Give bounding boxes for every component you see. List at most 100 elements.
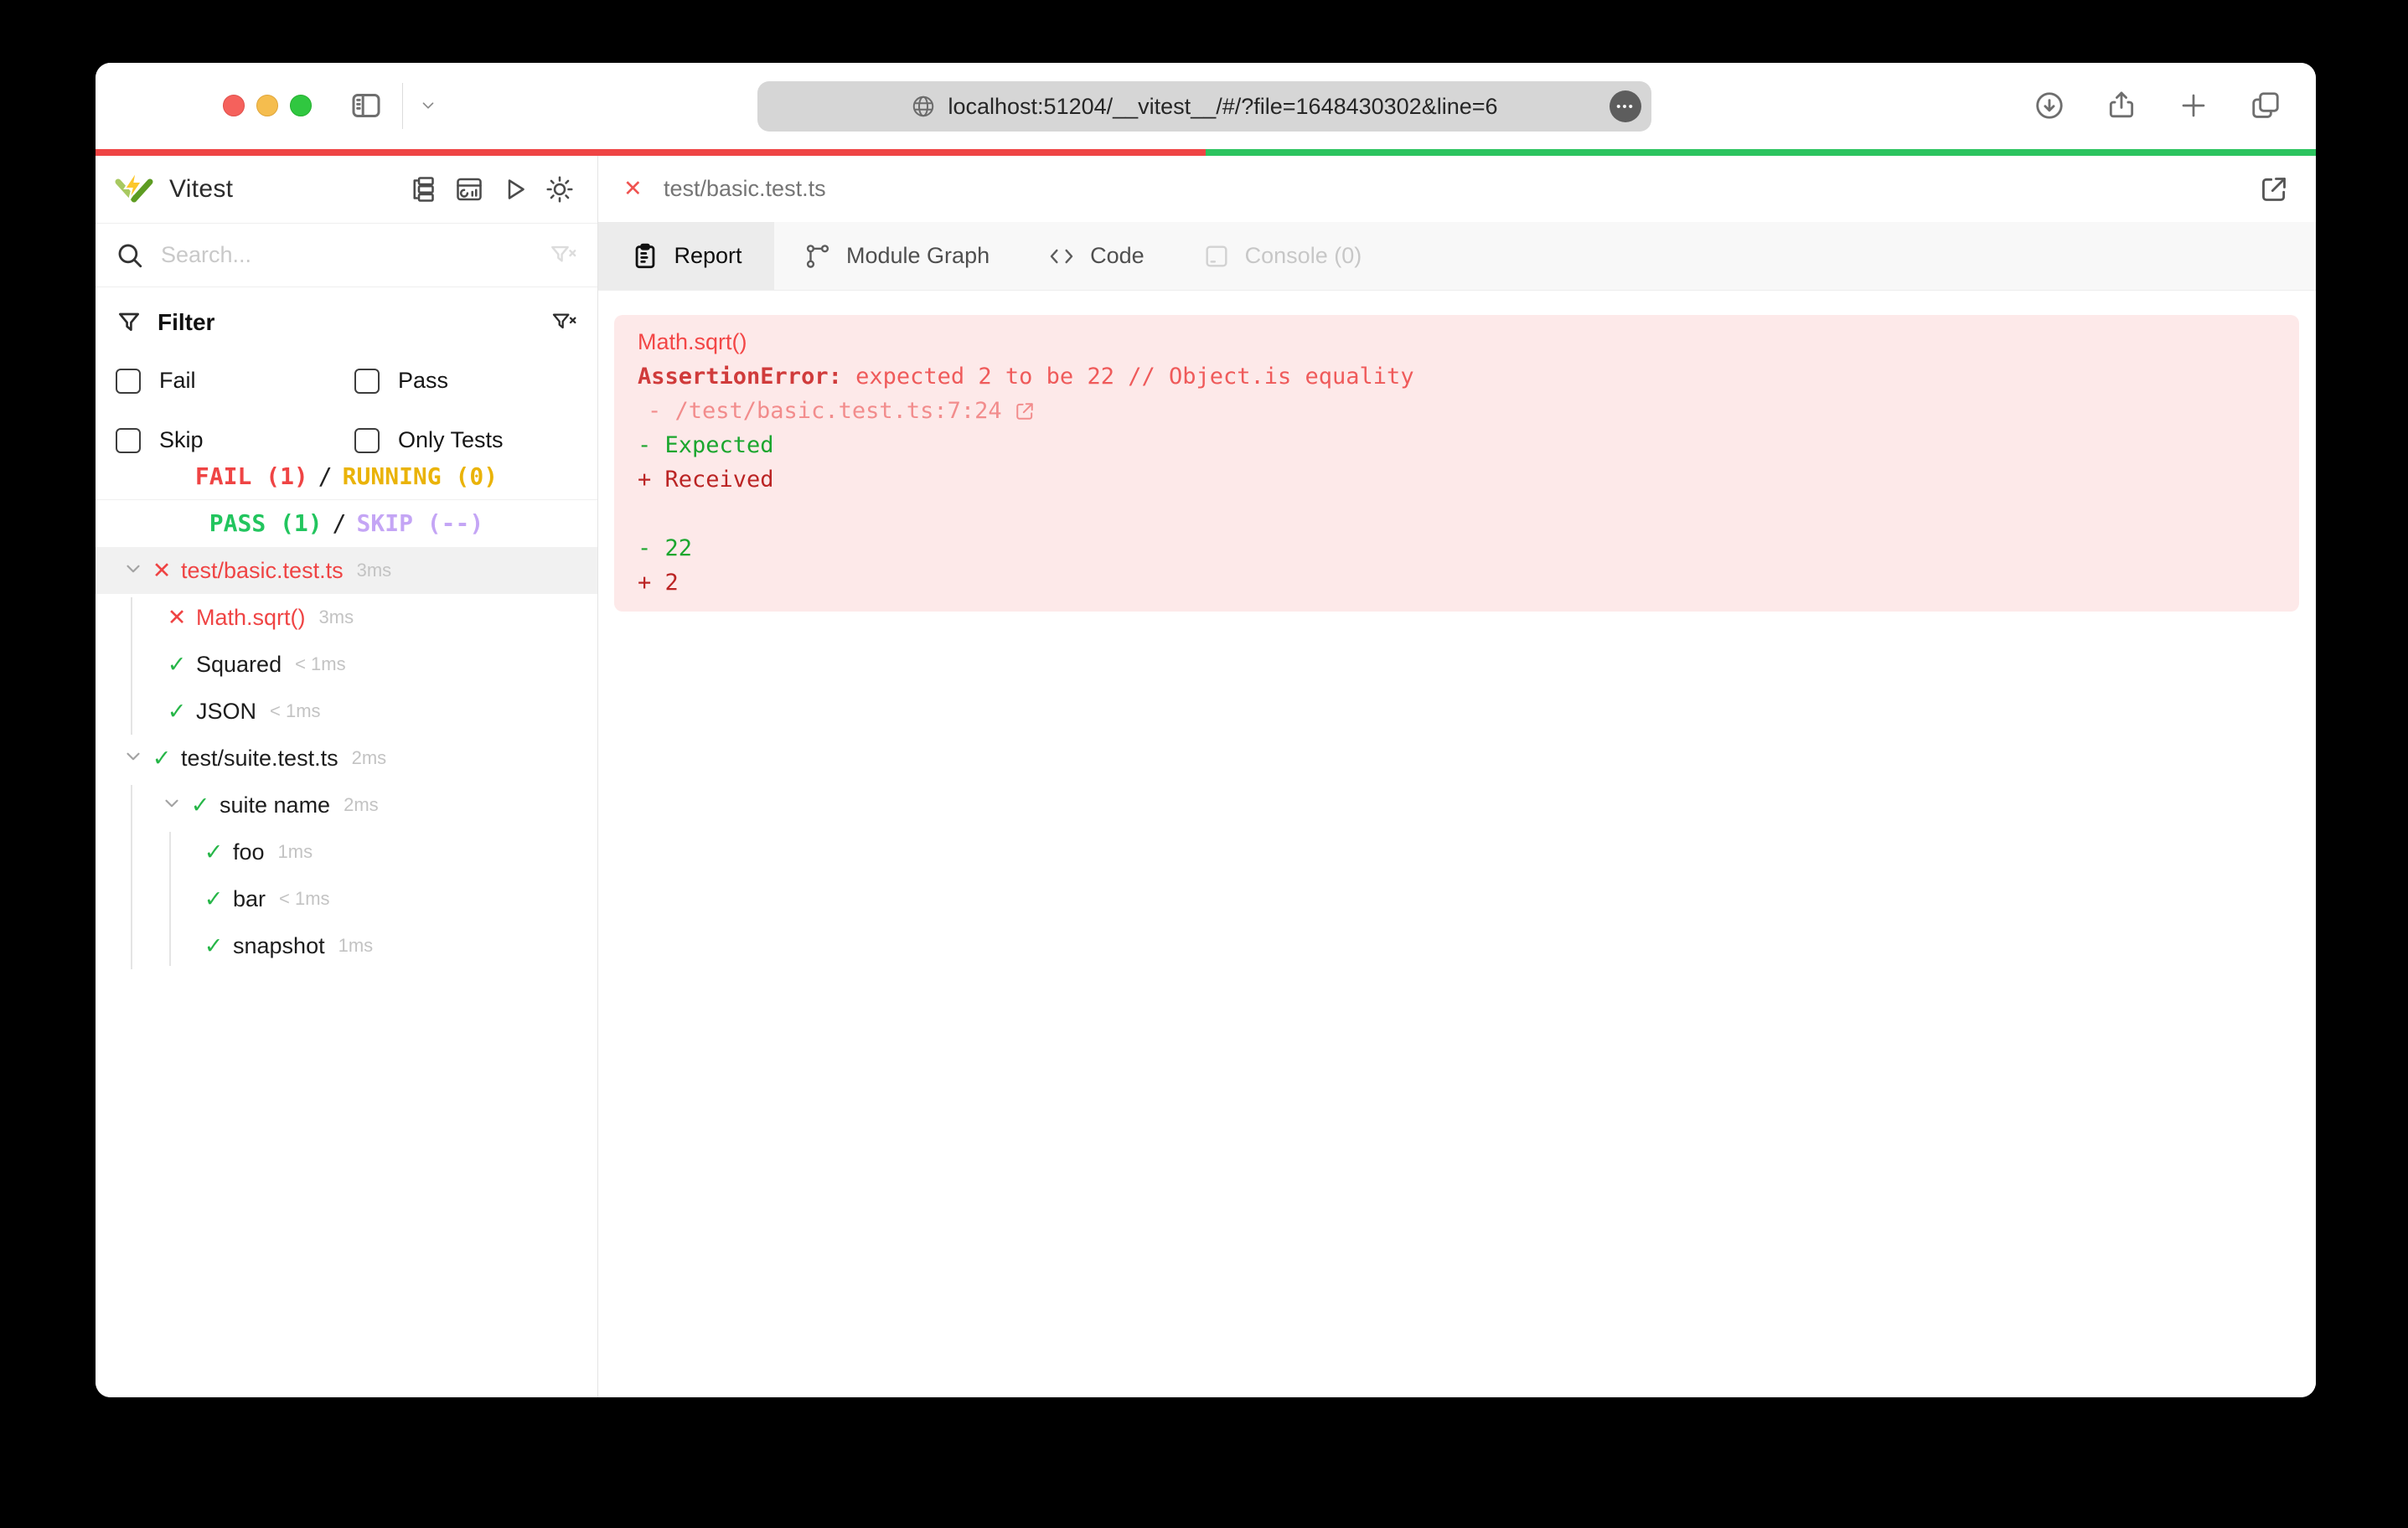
app-title: Vitest [169, 175, 233, 204]
filter-title: Filter [158, 309, 214, 336]
clear-search-filter-icon[interactable] [549, 241, 577, 270]
search-input[interactable] [161, 242, 549, 268]
file-header: ✕ test/basic.test.ts [598, 156, 2316, 222]
url-text: localhost:51204/__vitest__/#/?file=16484… [948, 94, 1497, 120]
diff-blank-line [638, 497, 2276, 531]
sidebar: Vitest [96, 156, 598, 1397]
failed-test-name: Math.sqrt() [638, 329, 747, 355]
pass-icon: ✓ [163, 652, 191, 678]
tab-console: Console (0) [1173, 222, 1391, 290]
test-name: snapshot [233, 933, 325, 959]
tab-code[interactable]: Code [1018, 222, 1173, 290]
skip-checkbox[interactable] [116, 428, 141, 453]
pass-checkbox-label: Pass [398, 368, 448, 394]
test-name: foo [233, 839, 265, 865]
close-window-button[interactable] [223, 95, 245, 116]
titlebar-divider [402, 83, 403, 129]
tab-module-graph[interactable]: Module Graph [774, 222, 1018, 290]
pass-icon: ✓ [147, 746, 176, 772]
test-name: JSON [196, 699, 256, 725]
fail-icon: ✕ [623, 176, 657, 202]
tree-row-suite-name[interactable]: ✓ suite name 2ms [96, 782, 597, 829]
test-duration: 3ms [319, 607, 354, 628]
test-duration: < 1ms [279, 888, 330, 910]
pass-icon: ✓ [199, 886, 228, 912]
console-icon [1201, 241, 1232, 271]
pass-checkbox[interactable] [354, 369, 380, 394]
tree-row-suite-test-file[interactable]: ✓ test/suite.test.ts 2ms [96, 735, 597, 782]
skip-checkbox-label: Skip [159, 427, 204, 453]
tree-row-squared[interactable]: ✓ Squared < 1ms [96, 641, 597, 688]
filter-pass[interactable]: Pass [354, 368, 577, 394]
stack-frame-link[interactable]: - /test/basic.test.ts:7:24 [638, 398, 1002, 424]
traffic-lights [223, 95, 312, 116]
view-tabs: Report Module Graph Code [598, 222, 2316, 291]
filter-skip[interactable]: Skip [116, 427, 354, 453]
pass-icon: ✓ [163, 699, 191, 725]
progress-pass-segment [1206, 149, 2316, 156]
pass-icon: ✓ [199, 933, 228, 959]
chevron-down-icon[interactable] [122, 746, 147, 772]
new-tab-button[interactable] [2177, 88, 2210, 123]
test-duration: 1ms [278, 841, 313, 863]
sidebar-header: Vitest [96, 156, 597, 224]
search-row [96, 224, 597, 287]
suite-name: suite name [220, 792, 330, 818]
share-button[interactable] [2105, 88, 2138, 123]
pass-icon: ✓ [186, 792, 214, 818]
chevron-down-icon[interactable] [416, 96, 441, 115]
pass-icon: ✓ [199, 839, 228, 865]
pass-count: PASS (1) [209, 509, 323, 537]
fail-count: FAIL (1) [195, 462, 308, 490]
test-file-name: test/basic.test.ts [181, 558, 344, 584]
theme-toggle-icon[interactable] [544, 173, 576, 205]
open-file-name: test/basic.test.ts [664, 176, 826, 202]
test-duration: < 1ms [295, 653, 346, 675]
tree-row-basic-test-file[interactable]: ✕ test/basic.test.ts 3ms [96, 547, 597, 594]
only-tests-checkbox[interactable] [354, 428, 380, 453]
error-message: expected 2 to be 22 // Object.is equalit… [842, 364, 1414, 390]
test-duration: 2ms [352, 747, 387, 769]
error-name: AssertionError: [638, 364, 842, 390]
tree-row-foo[interactable]: ✓ foo 1ms [96, 829, 597, 875]
open-stack-in-editor-icon[interactable] [1012, 399, 1037, 424]
browser-titlebar: localhost:51204/__vitest__/#/?file=16484… [96, 63, 2316, 149]
diff-received-label: + Received [638, 467, 774, 493]
progress-fail-segment [96, 149, 1206, 156]
filter-section: Filter Fail Pass [96, 287, 597, 453]
sidebar-toggle-icon[interactable] [347, 88, 385, 123]
test-tree: ✕ test/basic.test.ts 3ms ✕ Math.sqrt() 3… [96, 547, 597, 969]
tab-module-graph-label: Module Graph [846, 243, 990, 269]
fail-checkbox[interactable] [116, 369, 141, 394]
code-icon [1046, 241, 1077, 271]
chevron-down-icon[interactable] [122, 558, 147, 584]
test-duration: 1ms [338, 935, 374, 957]
address-bar[interactable]: localhost:51204/__vitest__/#/?file=16484… [757, 81, 1651, 132]
zoom-window-button[interactable] [290, 95, 312, 116]
tab-report-label: Report [674, 243, 742, 269]
report-icon [630, 241, 660, 271]
collapse-tree-icon[interactable] [408, 173, 440, 205]
tree-row-json[interactable]: ✓ JSON < 1ms [96, 688, 597, 735]
error-panel: Math.sqrt() AssertionError: expected 2 t… [614, 315, 2299, 612]
minimize-window-button[interactable] [256, 95, 278, 116]
dashboard-icon[interactable] [453, 173, 485, 205]
fail-icon: ✕ [147, 558, 176, 584]
run-all-icon[interactable] [499, 173, 530, 205]
filter-fail[interactable]: Fail [116, 368, 354, 394]
tab-report[interactable]: Report [598, 222, 774, 290]
search-icon [116, 241, 144, 270]
filter-only-tests[interactable]: Only Tests [354, 427, 577, 453]
page-settings-button[interactable]: ••• [1610, 90, 1641, 122]
vitest-logo-icon [114, 169, 154, 209]
summary-separator: / [318, 462, 333, 490]
tab-overview-button[interactable] [2249, 88, 2282, 123]
running-count: RUNNING (0) [343, 462, 498, 490]
tree-row-bar[interactable]: ✓ bar < 1ms [96, 875, 597, 922]
clear-filter-icon[interactable] [550, 309, 577, 336]
downloads-button[interactable] [2033, 88, 2066, 123]
tree-row-math-sqrt[interactable]: ✕ Math.sqrt() 3ms [96, 594, 597, 641]
chevron-down-icon[interactable] [161, 792, 186, 818]
open-in-editor-icon[interactable] [2256, 171, 2292, 208]
tree-row-snapshot[interactable]: ✓ snapshot 1ms [96, 922, 597, 969]
